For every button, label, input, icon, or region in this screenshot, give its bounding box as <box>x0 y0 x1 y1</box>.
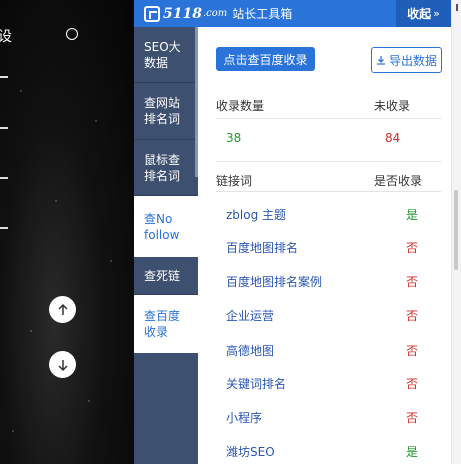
logo-icon <box>144 5 160 22</box>
menu-tick <box>0 177 8 179</box>
main-content: 点击查百度收录 导出数据 收录数量 未收录 38 84 链接词 是否收录 zbl… <box>198 27 451 464</box>
export-data-button[interactable]: 导出数据 <box>371 47 442 73</box>
download-icon <box>376 56 385 65</box>
sidebar-item-baidu-index[interactable]: 查百度 收录 <box>134 295 198 353</box>
sidebar-item-label: 数据 <box>144 55 169 70</box>
sidebar-item-dead-links[interactable]: 查死链 <box>134 257 198 295</box>
index-status: 否 <box>406 411 419 425</box>
check-baidu-index-button[interactable]: 点击查百度收录 <box>216 47 315 71</box>
scroll-down-button[interactable] <box>49 351 76 378</box>
index-status: 否 <box>406 241 419 255</box>
index-status: 是 <box>406 208 419 222</box>
sidebar-item-label: 查死链 <box>144 268 181 283</box>
collapse-label: 收起 <box>407 7 432 21</box>
index-status: 否 <box>406 344 419 358</box>
column-header-status: 是否收录 <box>374 174 423 188</box>
arrow-up-icon <box>57 303 68 315</box>
sidebar-item-label: 查百度 <box>144 309 181 323</box>
brand-logo[interactable]: 5118 .com 站长工具箱 <box>144 5 292 22</box>
background-page: 设 <box>0 0 134 464</box>
keyword-link[interactable]: zblog 主题 <box>226 206 286 223</box>
index-status: 否 <box>406 309 419 323</box>
brand-name: 5118 <box>163 5 202 22</box>
sidebar-item-label: 收录 <box>144 325 169 339</box>
index-status: 是 <box>406 445 419 459</box>
menu-tick <box>0 127 8 129</box>
sidebar-item-label: 排名词 <box>144 112 181 126</box>
not-indexed-label: 未收录 <box>374 99 411 113</box>
sidebar-item-label: SEO大 <box>144 39 181 54</box>
arrow-down-icon <box>57 359 68 371</box>
sidebar-item-label: 查No <box>144 211 173 226</box>
scroll-up-button[interactable] <box>49 296 76 323</box>
panel-title: 站长工具箱 <box>232 7 293 21</box>
sidebar-item-label: 排名词 <box>144 168 181 183</box>
circle-outline-icon[interactable] <box>66 28 78 40</box>
index-status: 否 <box>406 377 419 391</box>
indexed-count-label: 收录数量 <box>216 99 265 113</box>
panel-header: 5118 .com 站长工具箱 收起 » <box>134 0 461 27</box>
not-indexed-value: 84 <box>385 131 401 145</box>
sidebar-item-label: 查网站 <box>144 96 181 110</box>
seo-toolbox-panel: 5118 .com 站长工具箱 收起 » SEO大 数据 查网站 排名词 鼠标查… <box>134 0 461 464</box>
index-status: 否 <box>406 275 419 289</box>
keyword-link[interactable]: 关键词排名 <box>226 375 286 392</box>
keyword-link[interactable]: 百度地图排名 <box>226 239 298 256</box>
double-chevron-right-icon: » <box>433 7 440 20</box>
brand-suffix: .com <box>202 8 228 19</box>
sidebar-item-label: follow <box>144 227 180 242</box>
divider <box>216 118 441 119</box>
keyword-link[interactable]: 百度地图排名案例 <box>226 273 322 290</box>
collapse-button[interactable]: 收起 » <box>396 0 451 27</box>
divider <box>216 161 441 162</box>
sidebar-item-mouse-rank[interactable]: 鼠标查 排名词 <box>134 140 198 196</box>
export-label: 导出数据 <box>388 53 437 68</box>
keyword-link[interactable]: 小程序 <box>226 409 262 426</box>
sidebar-item-site-rank[interactable]: 查网站 排名词 <box>134 83 198 140</box>
keyword-link[interactable]: 高德地图 <box>226 342 274 359</box>
menu-tick <box>0 76 8 78</box>
background-heading-fragment: 设 <box>0 29 12 45</box>
edge-marker-icon <box>456 4 458 11</box>
sidebar-item-seo-data[interactable]: SEO大 数据 <box>134 27 198 83</box>
keyword-link[interactable]: 企业运营 <box>226 307 274 324</box>
panel-scrollbar-thumb[interactable] <box>454 190 458 270</box>
indexed-count-value: 38 <box>226 131 242 145</box>
divider <box>216 191 441 192</box>
sidebar-item-nofollow[interactable]: 查No follow <box>134 196 198 257</box>
column-header-link: 链接词 <box>216 174 253 188</box>
keyword-link[interactable]: 潍坊SEO <box>226 443 275 460</box>
menu-tick <box>0 227 8 229</box>
sidebar-nav: SEO大 数据 查网站 排名词 鼠标查 排名词 查No follow 查死链 查… <box>134 27 198 464</box>
sidebar-item-label: 鼠标查 <box>144 152 181 167</box>
